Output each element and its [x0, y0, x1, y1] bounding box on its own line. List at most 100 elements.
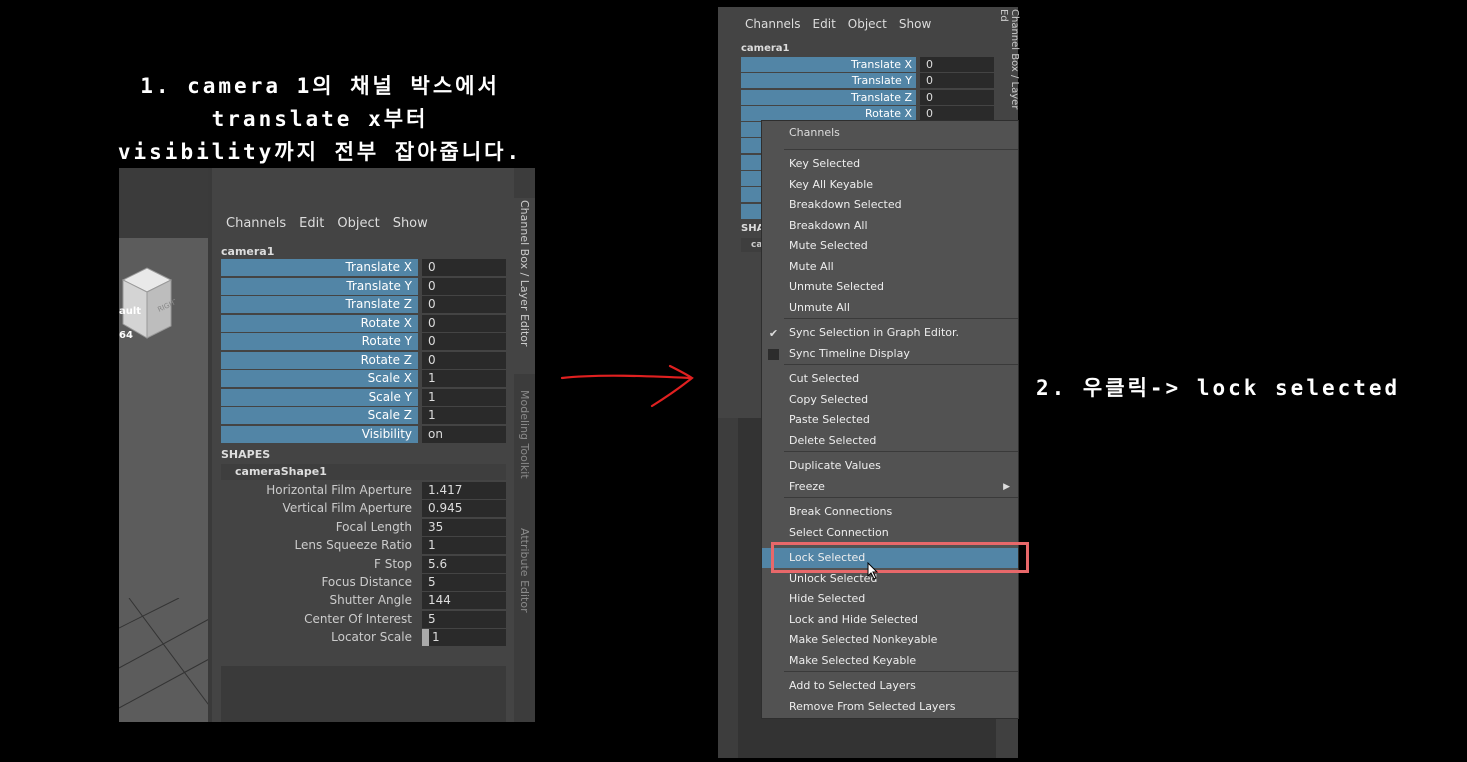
menu-edit[interactable]: Edit: [299, 216, 324, 231]
view-cube-icon[interactable]: RIGHT: [119, 266, 175, 340]
channel-name[interactable]: Translate X: [221, 259, 418, 276]
right-channel-name[interactable]: Rotate X: [741, 105, 916, 121]
menu-item-lock-and-hide-selected[interactable]: Lock and Hide Selected: [762, 610, 1018, 630]
menu-item-hide-selected[interactable]: Hide Selected: [762, 589, 1018, 609]
channel-row-scale-y[interactable]: Scale Y1: [221, 388, 506, 406]
tab-channel-box[interactable]: Channel Box / Layer Editor: [514, 198, 535, 374]
shape-attr-row-locator-scale[interactable]: Locator Scale 1: [221, 629, 506, 647]
channel-row-rotate-x[interactable]: Rotate X0: [221, 314, 506, 332]
menu-item-mute-all[interactable]: Mute All: [762, 257, 1018, 277]
right-channel-value[interactable]: 0: [920, 57, 994, 72]
channel-name[interactable]: Visibility: [221, 425, 418, 443]
tab-attribute-editor[interactable]: Attribute Editor: [514, 526, 535, 630]
object-name[interactable]: camera1: [221, 245, 274, 258]
shape-attr-value[interactable]: 1.417: [422, 482, 506, 499]
shape-attr-row-vertical-film-aperture[interactable]: Vertical Film Aperture 0.945: [221, 500, 506, 518]
menu-item-freeze[interactable]: Freeze ▶: [762, 477, 1018, 497]
right-channel-value[interactable]: 0: [920, 89, 994, 105]
shape-attr-value[interactable]: 1: [422, 629, 506, 647]
channel-name[interactable]: Rotate Z: [221, 351, 418, 369]
shape-attr-value[interactable]: 5: [422, 574, 506, 591]
channel-row-translate-z[interactable]: Translate Z0: [221, 296, 506, 313]
right-channel-row-translate-x[interactable]: Translate X 0: [741, 57, 994, 72]
menu-item-unmute-all[interactable]: Unmute All: [762, 298, 1018, 318]
menu-item-paste-selected[interactable]: Paste Selected: [762, 410, 1018, 430]
checkbox-icon[interactable]: [768, 348, 779, 360]
channel-value[interactable]: 0: [422, 314, 506, 332]
shape-attr-value[interactable]: 0.945: [422, 500, 506, 518]
menu-item-select-connection[interactable]: Select Connection: [762, 523, 1018, 543]
channel-value[interactable]: 1: [422, 388, 506, 406]
menu-item-cut-selected[interactable]: Cut Selected: [762, 369, 1018, 389]
menu-item-break-connections[interactable]: Break Connections: [762, 502, 1018, 522]
right-tab-channel-box[interactable]: Channel Box / Layer Ed: [998, 7, 1020, 119]
right-object-name[interactable]: camera1: [741, 43, 790, 54]
channel-value[interactable]: 1: [422, 407, 506, 424]
viewport[interactable]: RIGHT ault 64: [119, 168, 211, 722]
channel-value[interactable]: 0: [422, 333, 506, 350]
right-menu-edit[interactable]: Edit: [813, 17, 836, 31]
checkmark-icon[interactable]: ✔: [768, 328, 779, 339]
menu-item-breakdown-selected[interactable]: Breakdown Selected: [762, 195, 1018, 215]
tab-modeling-toolkit[interactable]: Modeling Toolkit: [514, 388, 535, 500]
menu-item-delete-selected[interactable]: Delete Selected: [762, 431, 1018, 451]
menu-channels[interactable]: Channels: [226, 216, 286, 231]
channel-row-translate-x[interactable]: Translate X0: [221, 259, 506, 276]
channel-name[interactable]: Rotate Y: [221, 333, 418, 350]
menu-item-mute-selected[interactable]: Mute Selected: [762, 236, 1018, 256]
right-menu-channels[interactable]: Channels: [745, 17, 801, 31]
shape-attr-value[interactable]: 5.6: [422, 555, 506, 573]
right-channel-row-rotate-x[interactable]: Rotate X0: [741, 105, 994, 121]
channel-name[interactable]: Translate Y: [221, 277, 418, 295]
channel-value[interactable]: 0: [422, 259, 506, 276]
right-channel-value[interactable]: 0: [920, 105, 994, 121]
shape-attr-row-focus-distance[interactable]: Focus Distance 5: [221, 574, 506, 591]
shape-attr-row-shutter-angle[interactable]: Shutter Angle 144: [221, 592, 506, 610]
right-channel-row-translate-y[interactable]: Translate Y0: [741, 73, 994, 89]
channel-name[interactable]: Scale X: [221, 370, 418, 387]
menu-item-sync-selection-in-graph-editor[interactable]: Sync Selection in Graph Editor. ✔: [762, 323, 1018, 343]
shape-name-band[interactable]: cameraShape1: [221, 464, 506, 480]
menu-item-make-selected-nonkeyable[interactable]: Make Selected Nonkeyable: [762, 630, 1018, 650]
right-menu-object[interactable]: Object: [848, 17, 887, 31]
channel-value[interactable]: on: [422, 425, 506, 443]
shape-attr-row-horizontal-film-aperture[interactable]: Horizontal Film Aperture 1.417: [221, 482, 506, 499]
menu-item-unmute-selected[interactable]: Unmute Selected: [762, 277, 1018, 297]
right-channel-row-translate-z[interactable]: Translate Z0: [741, 89, 994, 105]
shape-attr-row-lens-squeeze-ratio[interactable]: Lens Squeeze Ratio 1: [221, 537, 506, 555]
shape-attr-value[interactable]: 5: [422, 610, 506, 628]
right-channel-name[interactable]: Translate X: [741, 57, 916, 72]
channel-name[interactable]: Rotate X: [221, 314, 418, 332]
channel-row-visibility[interactable]: Visibility on: [221, 425, 506, 443]
shape-attr-row-f-stop[interactable]: F Stop 5.6: [221, 555, 506, 573]
channel-value[interactable]: 1: [422, 370, 506, 387]
channel-value[interactable]: 0: [422, 351, 506, 369]
menu-object[interactable]: Object: [337, 216, 379, 231]
menu-item-make-selected-keyable[interactable]: Make Selected Keyable: [762, 651, 1018, 671]
right-menu-show[interactable]: Show: [899, 17, 931, 31]
shape-attr-value[interactable]: 35: [422, 518, 506, 536]
right-channel-name[interactable]: Translate Z: [741, 89, 916, 105]
menu-item-breakdown-all[interactable]: Breakdown All: [762, 216, 1018, 236]
menu-item-sync-timeline-display[interactable]: Sync Timeline Display: [762, 344, 1018, 364]
menu-item-remove-from-selected-layers[interactable]: Remove From Selected Layers: [762, 697, 1018, 717]
shape-attr-value[interactable]: 1: [422, 537, 506, 555]
channel-value[interactable]: 0: [422, 296, 506, 313]
channel-name[interactable]: Scale Y: [221, 388, 418, 406]
menu-item-copy-selected[interactable]: Copy Selected: [762, 390, 1018, 410]
channel-name[interactable]: Scale Z: [221, 407, 418, 424]
menu-show[interactable]: Show: [393, 216, 428, 231]
shape-attr-row-center-of-interest[interactable]: Center Of Interest 5: [221, 610, 506, 628]
menu-item-add-to-selected-layers[interactable]: Add to Selected Layers: [762, 676, 1018, 696]
channel-name[interactable]: Translate Z: [221, 296, 418, 313]
shape-attr-row-focal-length[interactable]: Focal Length 35: [221, 518, 506, 536]
channel-row-scale-z[interactable]: Scale Z1: [221, 407, 506, 424]
right-channel-name[interactable]: Translate Y: [741, 73, 916, 89]
channel-row-rotate-y[interactable]: Rotate Y0: [221, 333, 506, 350]
channel-value[interactable]: 0: [422, 277, 506, 295]
channel-row-scale-x[interactable]: Scale X1: [221, 370, 506, 387]
channel-row-rotate-z[interactable]: Rotate Z0: [221, 351, 506, 369]
channel-row-translate-y[interactable]: Translate Y0: [221, 277, 506, 295]
menu-item-duplicate-values[interactable]: Duplicate Values: [762, 456, 1018, 476]
menu-item-key-selected[interactable]: Key Selected: [762, 154, 1018, 174]
